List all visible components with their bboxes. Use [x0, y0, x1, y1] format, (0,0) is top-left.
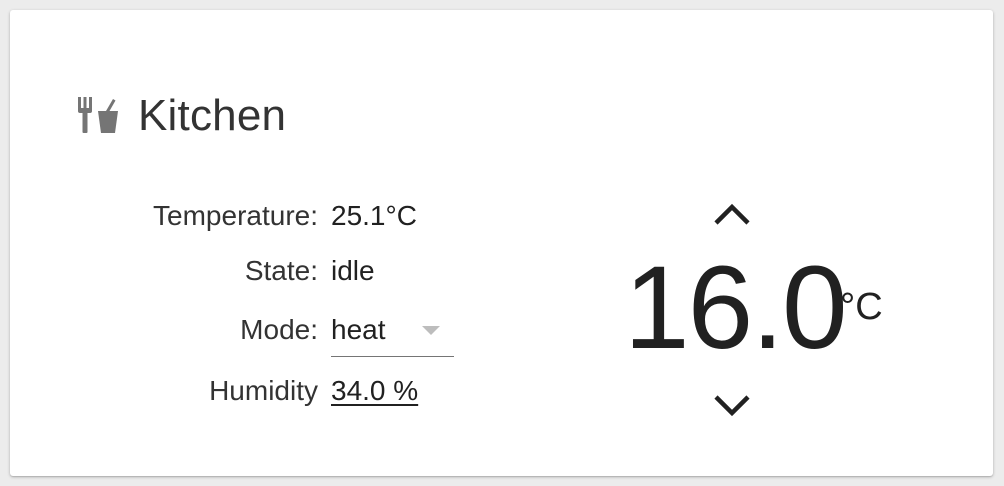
chevron-up-icon — [714, 203, 750, 225]
target-temperature-control: 16.0 °C — [610, 190, 930, 430]
humidity-value[interactable]: 34.0 % — [331, 371, 418, 411]
state-value: idle — [331, 255, 375, 286]
increase-temperature-button[interactable] — [706, 194, 758, 234]
temperature-row: Temperature: 25.1°C — [10, 196, 510, 236]
target-temperature-value: 16.0 — [624, 242, 848, 374]
humidity-row: Humidity 34.0 % — [10, 371, 510, 411]
mode-dropdown[interactable]: heat — [331, 310, 454, 357]
card-title: Kitchen — [138, 91, 287, 140]
temperature-label: Temperature: — [153, 200, 318, 231]
silverware-icon — [76, 95, 120, 137]
card-header: Kitchen — [76, 88, 286, 144]
current-temperature-value: 25.1°C — [331, 200, 417, 231]
target-temperature-unit: °C — [840, 286, 883, 328]
decrease-temperature-button[interactable] — [706, 386, 758, 426]
dropdown-arrow-icon — [422, 326, 440, 335]
chevron-down-icon — [714, 395, 750, 417]
humidity-label: Humidity — [209, 375, 318, 406]
mode-row: Mode: heat — [10, 310, 510, 357]
mode-selected-value: heat — [331, 314, 386, 345]
state-label: State: — [244, 255, 318, 286]
state-row: State: idle — [10, 251, 510, 291]
climate-card: Kitchen Temperature: 25.1°C State: idle … — [10, 10, 993, 476]
mode-label: Mode: — [240, 314, 318, 345]
